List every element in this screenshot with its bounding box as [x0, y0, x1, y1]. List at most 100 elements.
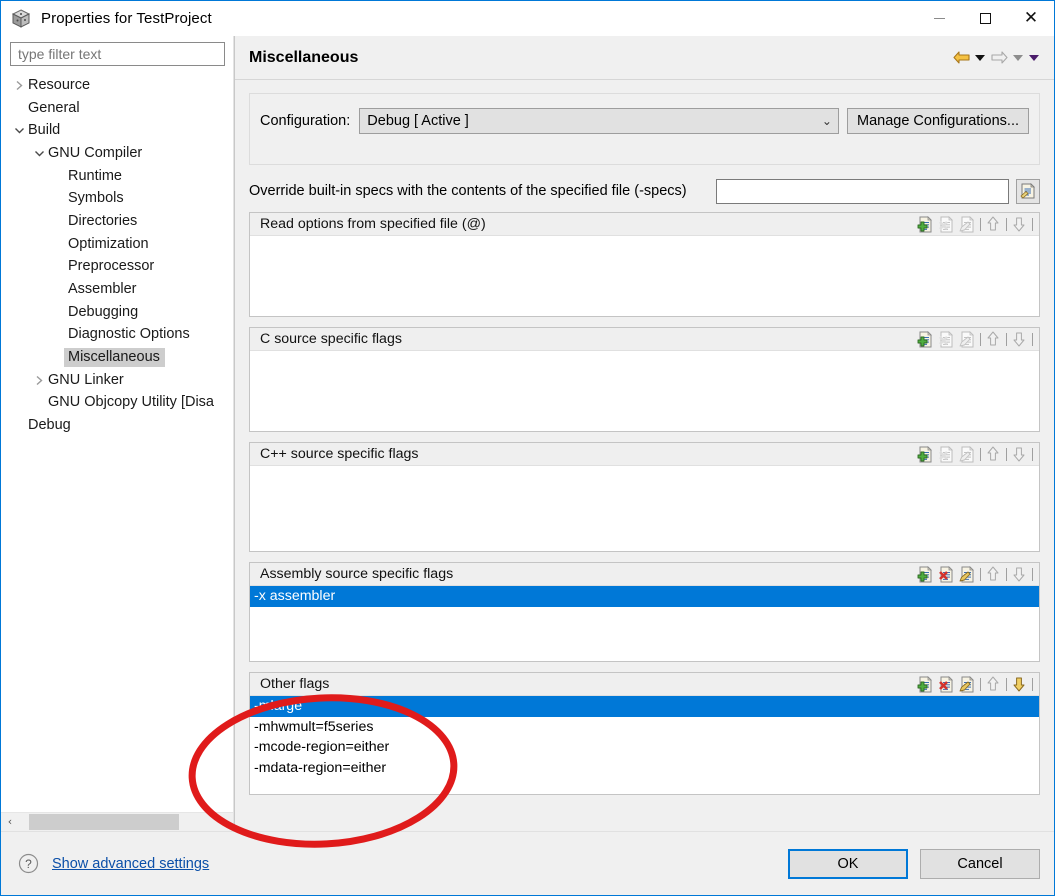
move-down-icon[interactable] — [1010, 675, 1029, 694]
sidebar-item-runtime[interactable]: Runtime — [1, 165, 233, 188]
toolbar-separator — [1032, 567, 1033, 581]
add-flag-icon[interactable] — [916, 215, 935, 234]
sidebar-item-label: Symbols — [68, 190, 124, 207]
sidebar-item-optimization[interactable]: Optimization — [1, 233, 233, 256]
tree-horizontal-scrollbar[interactable]: ‹ › — [1, 812, 233, 831]
sidebar-item-label: GNU Linker — [48, 371, 124, 388]
chevron-right-icon[interactable] — [31, 375, 48, 386]
toolbar-separator — [1032, 447, 1033, 461]
move-up-icon — [984, 565, 1003, 584]
sidebar-item-debug[interactable]: Debug — [1, 414, 233, 437]
section-title: C++ source specific flags — [260, 446, 419, 462]
project-cube-icon — [10, 8, 32, 30]
back-dropdown-icon[interactable] — [972, 47, 988, 69]
chevron-down-icon[interactable] — [11, 126, 28, 135]
sidebar-item-label: GNU Objcopy Utility [Disa — [48, 394, 214, 411]
move-down-icon — [1010, 445, 1029, 464]
window-title: Properties for TestProject — [41, 10, 212, 27]
window-controls: ✕ — [916, 1, 1054, 36]
sidebar-item-gnu-linker[interactable]: GNU Linker — [1, 369, 233, 392]
sidebar-item-gnu-objcopy-utility-disa[interactable]: GNU Objcopy Utility [Disa — [1, 392, 233, 415]
sidebar-item-label: General — [28, 99, 80, 116]
sidebar-item-diagnostic-options[interactable]: Diagnostic Options — [1, 324, 233, 347]
flag-list[interactable] — [250, 351, 1039, 431]
help-question-icon[interactable]: ? — [17, 853, 39, 875]
configuration-value: Debug [ Active ] — [367, 113, 469, 129]
sidebar-item-debugging[interactable]: Debugging — [1, 301, 233, 324]
configuration-label: Configuration: — [260, 113, 351, 129]
move-down-icon — [1010, 330, 1029, 349]
flag-sections: Read options from specified file (@) C so… — [249, 204, 1040, 831]
back-arrow-icon[interactable] — [950, 47, 972, 69]
cancel-button[interactable]: Cancel — [920, 848, 1040, 879]
chevron-down-icon[interactable] — [31, 149, 48, 158]
edit-flag-icon[interactable] — [958, 565, 977, 584]
specs-input[interactable] — [716, 178, 1009, 204]
close-button[interactable]: ✕ — [1008, 1, 1054, 36]
toolbar-separator — [1006, 567, 1007, 581]
toolbar-separator — [980, 567, 981, 581]
scroll-right-arrow-icon[interactable]: › — [215, 813, 233, 831]
add-flag-icon[interactable] — [916, 565, 935, 584]
flag-list[interactable] — [250, 236, 1039, 316]
sidebar-item-label: Build — [28, 122, 61, 139]
sidebar-item-miscellaneous[interactable]: Miscellaneous — [1, 346, 233, 369]
list-item[interactable]: -mdata-region=either — [250, 758, 1039, 779]
sidebar-item-label: Diagnostic Options — [68, 326, 190, 343]
page-title: Miscellaneous — [249, 48, 359, 66]
list-item[interactable]: -x assembler — [250, 586, 1039, 607]
flag-section: Read options from specified file (@) — [249, 212, 1040, 317]
flag-list[interactable]: -x assembler — [250, 586, 1039, 661]
sidebar-item-general[interactable]: General — [1, 97, 233, 120]
page-content: Configuration: Debug [ Active ] ⌄ Manage… — [235, 80, 1054, 831]
sidebar-item-preprocessor[interactable]: Preprocessor — [1, 256, 233, 279]
filter-input[interactable]: type filter text — [10, 42, 225, 66]
sidebar-item-label: Preprocessor — [68, 258, 155, 275]
sidebar-item-label: Assembler — [68, 281, 137, 298]
scroll-left-arrow-icon[interactable]: ‹ — [1, 813, 19, 831]
dialog-footer: ? Show advanced settings OK Cancel — [1, 831, 1054, 895]
list-item[interactable]: -mcode-region=either — [250, 737, 1039, 758]
delete-flag-icon[interactable] — [937, 565, 956, 584]
sidebar-item-label: GNU Compiler — [48, 144, 143, 161]
file-browse-icon[interactable] — [1016, 178, 1040, 204]
list-item[interactable]: -mhwmult=f5series — [250, 717, 1039, 738]
add-flag-icon[interactable] — [916, 330, 935, 349]
toolbar-separator — [980, 447, 981, 461]
maximize-button[interactable] — [962, 1, 1008, 36]
add-flag-icon[interactable] — [916, 675, 935, 694]
delete-flag-icon[interactable] — [937, 675, 956, 694]
toolbar-separator — [1032, 677, 1033, 691]
minimize-button[interactable] — [916, 1, 962, 36]
sidebar-item-directories[interactable]: Directories — [1, 210, 233, 233]
toolbar-separator — [980, 677, 981, 691]
scroll-track[interactable] — [19, 813, 215, 831]
show-advanced-settings-link[interactable]: Show advanced settings — [52, 856, 209, 872]
chevron-right-icon[interactable] — [11, 80, 28, 91]
section-header: Assembly source specific flags — [250, 563, 1039, 586]
move-up-icon — [984, 215, 1003, 234]
forward-dropdown-icon[interactable] — [1010, 47, 1026, 69]
flag-section: C source specific flags — [249, 327, 1040, 432]
sidebar-item-symbols[interactable]: Symbols — [1, 187, 233, 210]
configuration-select[interactable]: Debug [ Active ] ⌄ — [359, 108, 839, 134]
sidebar-item-gnu-compiler[interactable]: GNU Compiler — [1, 142, 233, 165]
manage-configurations-button[interactable]: Manage Configurations... — [846, 108, 1029, 134]
flag-list[interactable]: -mlarge -mhwmult=f5series -mcode-region=ei… — [250, 696, 1039, 794]
sidebar-item-assembler[interactable]: Assembler — [1, 278, 233, 301]
view-menu-icon[interactable] — [1026, 47, 1042, 69]
sidebar-item-label: Optimization — [68, 235, 149, 252]
list-item[interactable]: -mlarge — [250, 696, 1039, 717]
edit-flag-icon[interactable] — [958, 675, 977, 694]
flag-section: C++ source specific flags — [249, 442, 1040, 552]
flag-list[interactable] — [250, 466, 1039, 551]
delete-flag-icon — [937, 215, 956, 234]
sidebar-item-resource[interactable]: Resource — [1, 74, 233, 97]
add-flag-icon[interactable] — [916, 445, 935, 464]
section-header: C source specific flags — [250, 328, 1039, 351]
ok-button[interactable]: OK — [788, 848, 908, 879]
sidebar-item-build[interactable]: Build — [1, 119, 233, 142]
sidebar-item-label: Runtime — [68, 167, 122, 184]
settings-tree[interactable]: Resource General Build GNU Compiler Runtime S… — [1, 71, 233, 812]
scroll-thumb[interactable] — [29, 814, 179, 830]
